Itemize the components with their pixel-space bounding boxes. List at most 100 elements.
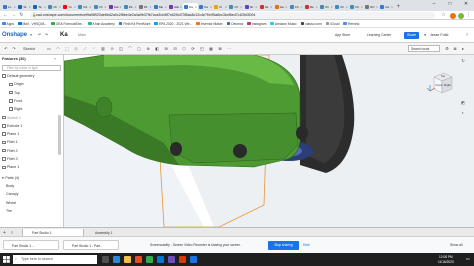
tab-close-icon[interactable]: × bbox=[255, 5, 257, 9]
redo-tool-icon[interactable]: ↷ bbox=[11, 46, 17, 52]
tab-close-icon[interactable]: × bbox=[331, 5, 333, 9]
part-row[interactable]: Body bbox=[6, 184, 14, 188]
feature-tool-icon[interactable]: ▢ bbox=[136, 46, 142, 52]
bookmark-item[interactable]: Field Kit PrintMore bbox=[118, 22, 150, 26]
feature-tool-icon[interactable]: ⊙ bbox=[109, 46, 115, 52]
bookmark-item[interactable]: Mail - VHSQ04... bbox=[18, 22, 47, 26]
feature-tool-icon[interactable]: ◫ bbox=[118, 46, 124, 52]
tab-close-icon[interactable]: × bbox=[119, 5, 121, 9]
bookmark-item[interactable]: Khan Academy bbox=[88, 22, 115, 26]
expand-tool-icon[interactable]: ▸ bbox=[460, 46, 466, 52]
redo-icon[interactable]: ↷ bbox=[45, 33, 48, 37]
browser-tab[interactable]: Pa × bbox=[77, 2, 93, 11]
windows-start-icon[interactable] bbox=[3, 256, 10, 263]
display-icon[interactable]: ◐ bbox=[459, 109, 467, 117]
bookmark-item[interactable]: Instagram bbox=[247, 22, 266, 26]
browser-tab[interactable]: Ask × bbox=[107, 2, 123, 11]
taskbar-app-icon[interactable] bbox=[113, 256, 120, 263]
download-chip-2[interactable]: Part Studio 1 - Part... bbox=[63, 240, 119, 250]
browser-tab[interactable]: Ab × bbox=[243, 2, 259, 11]
list-tool-icon[interactable]: ≣ bbox=[452, 46, 458, 52]
taskbar-app-icon[interactable] bbox=[124, 256, 131, 263]
help-icon[interactable]: ? bbox=[466, 33, 468, 37]
browser-tab[interactable]: Ta × bbox=[17, 2, 32, 11]
browser-tab[interactable]: Ta × bbox=[32, 2, 47, 11]
feature-filter-input[interactable]: Filter by name or type bbox=[2, 65, 61, 71]
browser-tab[interactable]: Ch × bbox=[92, 2, 108, 11]
bookmark-item[interactable]: Apps bbox=[2, 22, 14, 26]
feature-tool-icon[interactable]: ⌒ bbox=[127, 46, 133, 52]
feature-row[interactable]: Right bbox=[9, 107, 22, 111]
feature-tool-icon[interactable]: ⟳ bbox=[190, 46, 196, 52]
feature-tool-icon[interactable]: ⋯ bbox=[226, 46, 232, 52]
view-options-icon[interactable]: ◩ bbox=[459, 99, 467, 107]
feature-tool-icon[interactable]: ▥ bbox=[100, 46, 106, 52]
tab-close-icon[interactable]: × bbox=[44, 5, 46, 9]
tab-close-icon[interactable]: × bbox=[165, 5, 167, 9]
menu-icon[interactable]: ≡ bbox=[30, 33, 32, 37]
feature-tool-icon[interactable]: ⊕ bbox=[145, 46, 151, 52]
tab-close-icon[interactable]: × bbox=[270, 5, 272, 9]
feature-row[interactable]: Extrude 1 bbox=[2, 124, 22, 128]
parts-header[interactable]: ▾ Parts (4) bbox=[2, 176, 19, 180]
user-name[interactable]: Jesse Fotid bbox=[430, 33, 448, 37]
tab-close-icon[interactable]: × bbox=[346, 5, 348, 9]
settings-tool-icon[interactable]: ⚙ bbox=[444, 46, 450, 52]
bookmark-item[interactable]: EPA 2020 - 2021 We... bbox=[154, 22, 192, 26]
part-row[interactable]: Canopy bbox=[6, 192, 18, 196]
browser-tab[interactable]: Ki × bbox=[213, 2, 228, 11]
tab-close-icon[interactable]: × bbox=[361, 5, 363, 9]
sketch-button[interactable]: Sketch bbox=[22, 46, 42, 52]
taskbar-app-icon[interactable] bbox=[102, 256, 109, 263]
tab-close-icon[interactable]: × bbox=[180, 5, 182, 9]
browser-tab[interactable]: Ch × bbox=[334, 2, 349, 11]
bookmark-item[interactable]: classo.com bbox=[300, 22, 322, 26]
feature-tool-icon[interactable]: ⬚ bbox=[64, 46, 70, 52]
tab-close-icon[interactable]: × bbox=[135, 5, 137, 9]
browser-tab[interactable]: Ga × bbox=[273, 2, 289, 11]
tab-close-icon[interactable]: × bbox=[14, 5, 16, 9]
rear-hole-right[interactable] bbox=[296, 126, 308, 140]
feature-row[interactable]: Top bbox=[9, 91, 20, 95]
tab-close-icon[interactable]: × bbox=[225, 5, 227, 9]
browser-tab[interactable]: Ch × bbox=[47, 2, 62, 11]
rear-hole-left[interactable] bbox=[170, 142, 182, 156]
feature-tool-icon[interactable]: ◠ bbox=[55, 46, 61, 52]
tab-close-icon[interactable]: × bbox=[376, 5, 378, 9]
close-window-icon[interactable]: ✕ bbox=[458, 0, 474, 9]
feature-tool-icon[interactable]: ◇ bbox=[73, 46, 79, 52]
feature-row[interactable]: Origin bbox=[9, 82, 24, 86]
browser-tab[interactable]: Me × bbox=[152, 2, 168, 11]
browser-tab[interactable]: Lo × bbox=[2, 2, 17, 11]
browser-tab[interactable]: Ch × bbox=[228, 2, 243, 11]
feature-tool-icon[interactable]: ⊟ bbox=[172, 46, 178, 52]
taskbar-app-icon[interactable] bbox=[179, 256, 186, 263]
feature-row[interactable]: Plane 1 bbox=[2, 132, 19, 136]
feature-tool-icon[interactable]: ◧ bbox=[154, 46, 160, 52]
document-name[interactable]: Ka bbox=[60, 32, 68, 38]
feature-row[interactable]: Fillet 3 bbox=[2, 157, 18, 161]
tab-close-icon[interactable]: × bbox=[150, 5, 152, 9]
model-canvas[interactable] bbox=[64, 55, 474, 227]
part-row[interactable]: Tire bbox=[6, 209, 12, 213]
branch-label[interactable]: Main bbox=[78, 33, 86, 37]
part-row[interactable]: Wheel bbox=[6, 201, 16, 205]
undo-icon[interactable]: ↶ bbox=[38, 33, 41, 37]
feature-tool-icon[interactable]: ⊠ bbox=[217, 46, 223, 52]
forward-icon[interactable]: → bbox=[10, 12, 17, 19]
url-input[interactable]: 🔒 cad.onshape.com/documents/ef9a98920de6… bbox=[30, 12, 435, 19]
user-icon[interactable]: ● bbox=[424, 33, 426, 37]
bookmark-item[interactable]: OEA FormulaShe... bbox=[51, 22, 84, 26]
feature-tool-icon[interactable]: ◰ bbox=[199, 46, 205, 52]
new-tab-button[interactable]: + bbox=[396, 3, 400, 11]
feature-row[interactable]: Fillet 2 bbox=[2, 149, 18, 153]
browser-tab[interactable]: Ch × bbox=[318, 2, 334, 11]
search-tools-input[interactable]: Search tools bbox=[408, 45, 440, 52]
tab-close-icon[interactable]: × bbox=[391, 5, 393, 9]
feature-tool-icon[interactable]: ▦ bbox=[208, 46, 214, 52]
minimize-icon[interactable]: – bbox=[426, 0, 442, 9]
body-rear-panel[interactable] bbox=[168, 112, 299, 164]
undo-tool-icon[interactable]: ↶ bbox=[3, 46, 9, 52]
graphics-viewport[interactable]: Front Right Top ↻ ◩ ◐ bbox=[64, 55, 474, 227]
bookmark-item[interactable]: iCloud bbox=[325, 22, 339, 26]
